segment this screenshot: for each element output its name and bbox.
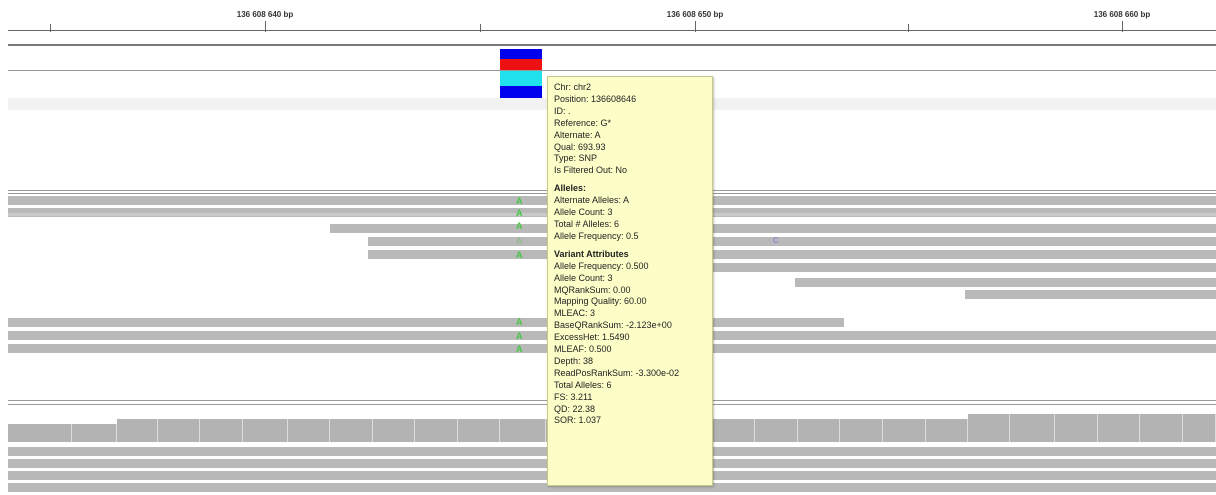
coverage-bar[interactable] [1098,414,1140,442]
tooltip-attribute-field: Mapping Quality: 60.00 [554,296,647,307]
coverage-bar[interactable] [1183,414,1216,442]
read-allele-a: A [516,250,523,260]
tooltip-basic-info: Chr: chr2 Position: 136608646 ID: . Referen… [554,82,712,177]
coverage-bar[interactable] [72,424,117,442]
tooltip-attribute-field: QD: 22.38 [554,403,596,414]
track-divider [8,70,1216,71]
coverage-bar[interactable] [158,419,200,442]
tooltip-allele-field: Allele Count: 3 [554,207,613,218]
tooltip-alleles-info: Alternate Alleles: A Allele Count: 3 Total… [554,195,712,243]
variant-bar-cyan[interactable] [500,71,542,86]
coverage-bar[interactable] [712,419,755,442]
tooltip-attribute-field: Allele Count: 3 [554,272,613,283]
read-allele-a: A [516,317,523,327]
tooltip-field: Qual: 693.93 [554,141,606,152]
ruler-label-640: 136 608 640 bp [236,10,294,19]
tooltip-attribute-field: Total Alleles: 6 [554,379,612,390]
ruler-label-650: 136 608 650 bp [666,10,724,19]
tooltip-field: Alternate: A [554,129,601,140]
tooltip-attribute-field: BaseQRankSum: -2.123e+00 [554,320,672,331]
tooltip-allele-field: Alternate Alleles: A [554,195,630,206]
ruler-tick [50,24,51,32]
variant-bar-blue[interactable] [500,49,542,59]
tooltip-attribute-field: MQRankSum: 0.00 [554,284,631,295]
coverage-bar[interactable] [288,419,330,442]
tooltip-attributes-info: Allele Frequency: 0.500 Allele Count: 3 MQ… [554,261,712,428]
read-alignment[interactable] [8,318,844,327]
tooltip-attribute-field: SOR: 1.037 [554,415,602,426]
tooltip-field: ID: . [554,105,571,116]
read-allele-a: A [516,344,523,354]
coverage-bar[interactable] [330,419,373,442]
ruler-tick [1122,21,1123,32]
coverage-bar[interactable] [243,419,288,442]
variant-tooltip: Chr: chr2 Position: 136608646 ID: . Referen… [547,76,713,486]
coverage-bar[interactable] [458,419,500,442]
genome-viewer: 136 608 640 bp 136 608 650 bp 136 608 66… [0,0,1216,495]
read-alignment[interactable] [330,224,1216,233]
read-alignment[interactable] [368,250,1216,259]
read-alignment[interactable] [965,290,1216,299]
tooltip-attribute-field: FS: 3.211 [554,391,593,402]
ruler-baseline [8,30,1216,31]
ruler-tick [265,21,266,32]
coverage-bar[interactable] [926,419,968,442]
tooltip-alleles-header: Alleles: [554,183,587,194]
coverage-bar[interactable] [1055,414,1098,442]
tooltip-field: Chr: chr2 [554,82,592,92]
coverage-bar[interactable] [415,419,458,442]
tooltip-attribute-field: Allele Frequency: 0.500 [554,260,649,271]
read-mismatch-c: C [773,236,779,245]
read-allele-a: A [516,331,523,341]
tooltip-attribute-field: ExcessHet: 1.5490 [554,332,630,343]
tooltip-attributes-header: Variant Attributes [554,248,629,259]
tooltip-field: Type: SNP [554,153,598,164]
coverage-bar[interactable] [117,419,158,442]
track-divider [8,44,1216,46]
ruler-tick [480,24,481,32]
read-allele-a: A [516,236,523,246]
read-allele-a: A [516,208,523,218]
ruler-tick [695,21,696,32]
tooltip-attribute-field: MLEAC: 3 [554,308,596,319]
read-allele-a: A [516,221,523,231]
tooltip-field: Reference: G* [554,117,612,128]
variant-bar-blue-lower[interactable] [500,86,542,98]
coverage-bar[interactable] [755,419,798,442]
coverage-bar[interactable] [883,419,926,442]
read-alignment[interactable] [795,278,1216,287]
genomic-ruler: 136 608 640 bp 136 608 650 bp 136 608 66… [0,0,1216,40]
ruler-tick [908,24,909,32]
variant-bar-red[interactable] [500,59,542,70]
coverage-bar[interactable] [373,419,415,442]
coverage-bar[interactable] [500,419,546,442]
read-allele-a: A [516,196,523,206]
coverage-bar[interactable] [200,419,243,442]
tooltip-attribute-field: ReadPosRankSum: -3.300e-02 [554,367,680,378]
coverage-bar[interactable] [1010,414,1055,442]
tooltip-attribute-field: Depth: 38 [554,355,594,366]
ruler-label-660: 136 608 660 bp [1093,10,1151,19]
tooltip-allele-field: Allele Frequency: 0.5 [554,230,639,241]
tooltip-attribute-field: MLEAF: 0.500 [554,344,612,355]
tooltip-field: Position: 136608646 [554,93,637,104]
tooltip-allele-field: Total # Alleles: 6 [554,218,620,229]
coverage-bar[interactable] [840,419,883,442]
coverage-bar[interactable] [1140,414,1183,442]
coverage-bar[interactable] [8,424,72,442]
tooltip-field: Is Filtered Out: No [554,165,628,176]
read-alignment[interactable] [710,263,1216,272]
coverage-bar[interactable] [798,419,840,442]
read-alignment[interactable] [368,237,1216,246]
coverage-bar[interactable] [968,414,1010,442]
